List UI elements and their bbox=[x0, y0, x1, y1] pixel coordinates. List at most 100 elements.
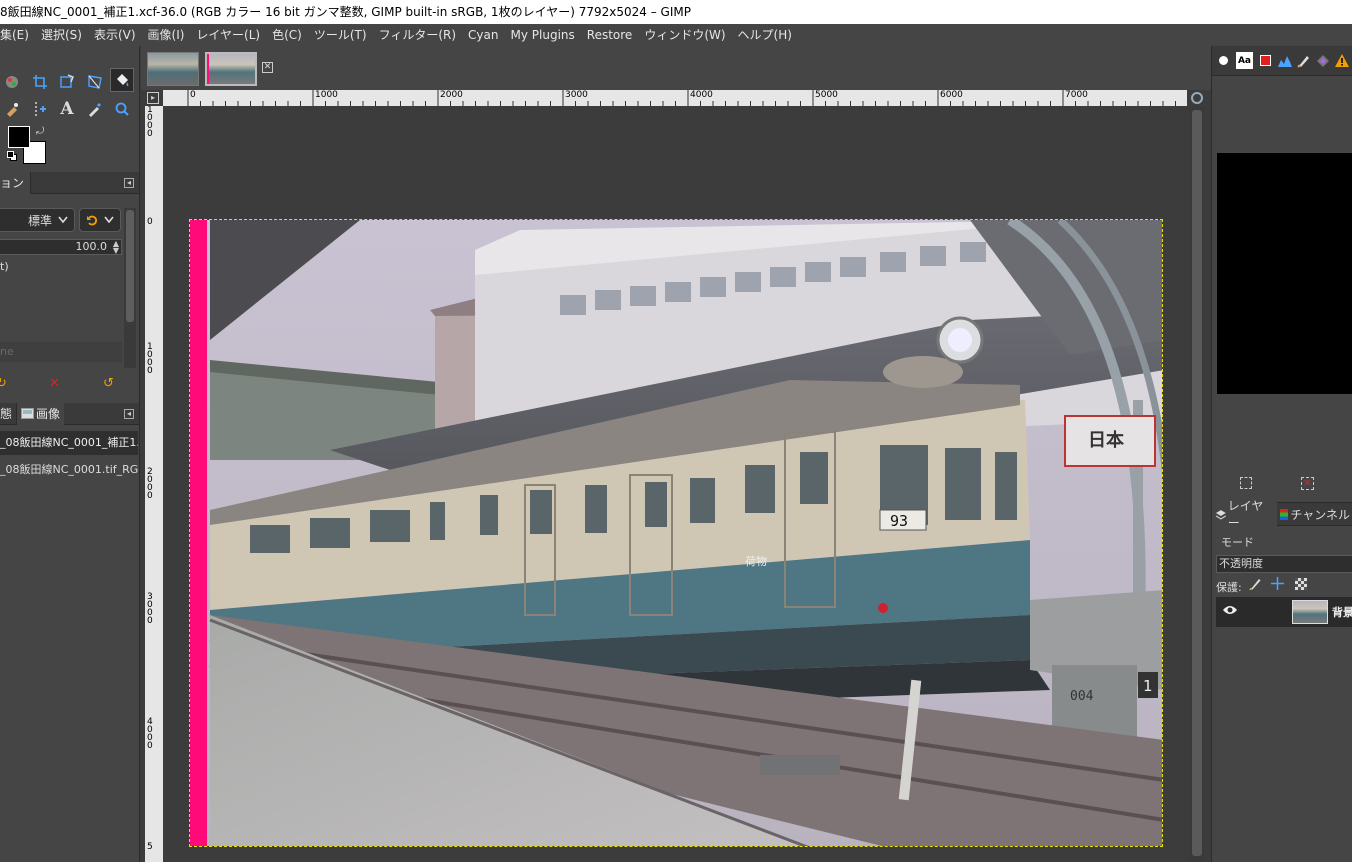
horizontal-ruler[interactable]: 0 1000 2000 3000 4000 5000 6000 7000 bbox=[163, 90, 1187, 106]
heal-tool-icon[interactable] bbox=[0, 97, 24, 121]
image-list-item[interactable]: _08飯田線NC_0001.tif_RGB bbox=[0, 458, 138, 482]
tab-partial[interactable]: 態 bbox=[0, 402, 18, 425]
menu-windows[interactable]: ウィンドウ(W) bbox=[638, 24, 731, 46]
layer-opacity-slider[interactable]: 不透明度 bbox=[1216, 555, 1352, 573]
menu-bar: 集(E) 選択(S) 表示(V) 画像(I) レイヤー(L) 色(C) ツール(… bbox=[0, 24, 1352, 46]
paintbrush-icon[interactable] bbox=[1295, 52, 1312, 69]
crop-tool-icon[interactable] bbox=[28, 70, 52, 94]
swap-colors-icon[interactable]: ⤾ bbox=[36, 126, 44, 137]
default-colors-icon[interactable] bbox=[7, 151, 17, 161]
menu-select[interactable]: 選択(S) bbox=[35, 24, 88, 46]
selection-icon[interactable] bbox=[1240, 477, 1252, 489]
faded-option-label: ne bbox=[0, 342, 122, 362]
transform-tool-icon[interactable] bbox=[55, 70, 79, 94]
vertical-scrollbar-thumb[interactable] bbox=[1192, 110, 1202, 856]
ruler-label-top: 1000 bbox=[147, 106, 153, 139]
preview-area bbox=[1217, 153, 1352, 394]
tab-channels[interactable]: チャンネル bbox=[1277, 502, 1352, 526]
save-preset-icon[interactable]: ↻ bbox=[0, 376, 7, 391]
image-canvas[interactable]: 日本 93 荷物 004 1 bbox=[189, 219, 1163, 847]
mode-value: 標準 bbox=[27, 213, 52, 228]
layer-mode-label: モード bbox=[1221, 536, 1254, 549]
palette-icon[interactable] bbox=[1257, 52, 1274, 69]
ruler-label: 5 bbox=[147, 842, 153, 852]
tool-options-tab[interactable]: ョン bbox=[0, 171, 32, 194]
layer-opacity-label: 不透明度 bbox=[1219, 557, 1263, 570]
mode-dropdown[interactable]: 標準 bbox=[0, 208, 75, 232]
image-window: ✕ ▸ 0 1000 2000 3000 4000 5000 6000 7000… bbox=[141, 46, 1211, 862]
ruler-label: 2000 bbox=[147, 467, 153, 501]
lock-label: 保護: bbox=[1216, 581, 1242, 594]
tab-layers[interactable]: レイヤー bbox=[1212, 499, 1278, 530]
menu-restore[interactable]: Restore bbox=[581, 24, 639, 46]
menu-colors[interactable]: 色(C) bbox=[266, 24, 308, 46]
paint-tools-icon[interactable] bbox=[0, 70, 24, 94]
right-dock: Aa ✕ レイヤー チャンネル モード 不透明度 保護: 背景 bbox=[1211, 46, 1352, 862]
foreground-color-swatch[interactable] bbox=[8, 126, 30, 148]
warning-icon[interactable] bbox=[1333, 52, 1350, 69]
vertical-ruler[interactable]: 1000 0 1000 2000 3000 4000 5 bbox=[145, 106, 163, 862]
image-tab-thumbnail-active[interactable] bbox=[205, 52, 257, 86]
histogram-icon[interactable] bbox=[1276, 52, 1293, 69]
dock-menu-icon[interactable]: ◂ bbox=[124, 178, 134, 188]
track-post-text: 1 bbox=[1143, 677, 1153, 695]
zoom-tool-icon[interactable] bbox=[110, 97, 134, 121]
reset-mode-dropdown[interactable] bbox=[79, 208, 121, 232]
reset-tool-options-icon[interactable]: ↺ bbox=[103, 376, 114, 391]
tab-images[interactable]: 画像 bbox=[17, 402, 65, 425]
image-icon bbox=[21, 408, 35, 419]
pattern-icon[interactable] bbox=[1314, 52, 1331, 69]
lock-pixels-icon[interactable] bbox=[1249, 577, 1262, 593]
menu-help[interactable]: ヘルプ(H) bbox=[732, 24, 798, 46]
menu-filters[interactable]: フィルター(R) bbox=[373, 24, 462, 46]
menu-image[interactable]: 画像(I) bbox=[142, 24, 191, 46]
eye-visibility-icon[interactable] bbox=[1222, 604, 1238, 619]
layer-name: 背景 bbox=[1332, 606, 1352, 619]
ruler-label: 0 bbox=[147, 217, 153, 227]
tool-options-tab-bar: ョン ◂ bbox=[0, 171, 139, 194]
chevron-down-icon bbox=[104, 216, 114, 224]
menu-tools[interactable]: ツール(T) bbox=[308, 24, 373, 46]
ruler-label: 3000 bbox=[565, 90, 588, 100]
ruler-label: 7000 bbox=[1065, 90, 1088, 100]
ruler-label: 6000 bbox=[940, 90, 963, 100]
lock-position-icon[interactable] bbox=[1271, 577, 1284, 593]
close-tab-icon[interactable]: ✕ bbox=[262, 62, 273, 73]
layer-thumbnail bbox=[1292, 600, 1328, 624]
cargo-label-text: 荷物 bbox=[745, 554, 767, 568]
brush-preview-icon[interactable] bbox=[1215, 52, 1232, 69]
menu-edit[interactable]: 集(E) bbox=[0, 24, 35, 46]
train-photo: 日本 93 荷物 004 1 bbox=[190, 220, 1162, 846]
dock-menu-icon[interactable]: ◂ bbox=[124, 409, 134, 419]
clear-selection-icon[interactable]: ✕ bbox=[1301, 477, 1314, 490]
alignment-tool-icon[interactable] bbox=[28, 97, 52, 121]
bucket-fill-tool-icon[interactable] bbox=[110, 68, 134, 92]
ruler-label: 2000 bbox=[440, 90, 463, 100]
lock-alpha-icon[interactable] bbox=[1295, 578, 1307, 590]
ruler-label: 1000 bbox=[315, 90, 338, 100]
perspective-tool-icon[interactable] bbox=[83, 70, 107, 94]
text-tool-icon[interactable]: A bbox=[55, 97, 79, 121]
color-picker-tool-icon[interactable] bbox=[83, 97, 107, 121]
zoom-follow-icon[interactable] bbox=[1191, 92, 1203, 104]
channels-icon bbox=[1280, 508, 1289, 520]
fonts-icon[interactable]: Aa bbox=[1236, 52, 1253, 69]
image-tab-thumbnail[interactable] bbox=[147, 52, 199, 86]
opacity-slider[interactable]: 100.0 ▲ ▼ bbox=[0, 239, 122, 255]
chevron-down-icon bbox=[58, 216, 68, 224]
tool-options-scrollbar[interactable] bbox=[124, 208, 136, 368]
brush-hint-label: t) bbox=[0, 260, 9, 273]
menu-layer[interactable]: レイヤー(L) bbox=[190, 24, 266, 46]
image-list-item[interactable]: _08飯田線NC_0001_補正1.x bbox=[0, 431, 138, 455]
quick-mask-menu-icon[interactable]: ▸ bbox=[147, 92, 159, 104]
layers-icon bbox=[1215, 509, 1226, 519]
menu-my-plugins[interactable]: My Plugins bbox=[505, 24, 581, 46]
menu-cyan[interactable]: Cyan bbox=[462, 24, 504, 46]
spin-arrows-icon[interactable]: ▲ ▼ bbox=[113, 240, 119, 255]
layer-row[interactable]: 背景 bbox=[1216, 597, 1352, 627]
left-dock: A ⤾ ョン ◂ 標準 100.0 ▲▼ t) ne ↻ ✕ ↺ 態 bbox=[0, 46, 140, 862]
menu-view[interactable]: 表示(V) bbox=[88, 24, 142, 46]
delete-preset-icon[interactable]: ✕ bbox=[49, 376, 60, 391]
reset-icon bbox=[87, 215, 98, 226]
dock-tabs: Aa bbox=[1212, 46, 1352, 76]
